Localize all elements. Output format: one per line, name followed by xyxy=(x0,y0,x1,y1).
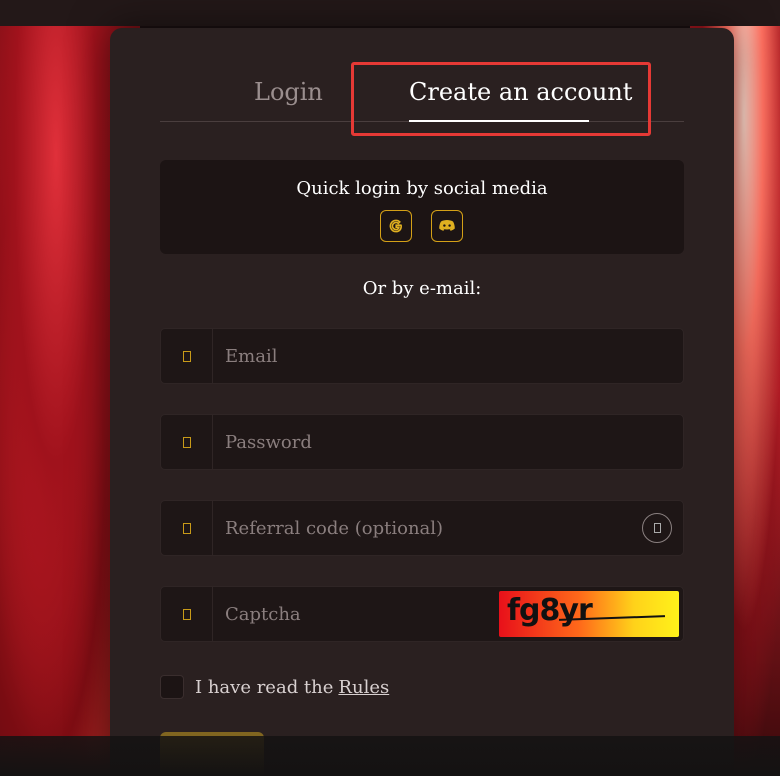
rules-link[interactable]: Rules xyxy=(338,677,389,698)
captcha-icon xyxy=(161,587,213,641)
rules-label: I have read the xyxy=(195,676,334,698)
google-icon xyxy=(389,219,403,233)
highlight-box xyxy=(351,62,651,136)
or-by-email-label: Or by e-mail: xyxy=(362,278,482,299)
top-bar xyxy=(0,0,780,26)
discord-icon xyxy=(439,220,455,231)
rules-row: I have read the Rules xyxy=(160,674,389,700)
info-icon xyxy=(653,523,661,533)
discord-login-button[interactable] xyxy=(431,210,463,242)
lock-icon xyxy=(161,415,213,469)
social-login-title: Quick login by social media xyxy=(296,178,548,199)
captcha-field-wrapper: fg8yr xyxy=(160,586,684,642)
password-input[interactable] xyxy=(225,415,605,469)
rules-checkbox[interactable] xyxy=(160,675,184,699)
social-login-box: Quick login by social media xyxy=(160,160,684,254)
referral-field-wrapper xyxy=(160,500,684,556)
referral-info-button[interactable] xyxy=(642,513,672,543)
email-input[interactable] xyxy=(225,329,605,383)
google-login-button[interactable] xyxy=(380,210,412,242)
password-field-wrapper xyxy=(160,414,684,470)
referral-code-input[interactable] xyxy=(225,501,605,555)
captcha-text: fg8yr xyxy=(507,593,593,628)
auth-panel: Login Create an account Quick login by s… xyxy=(110,28,734,776)
email-icon xyxy=(161,329,213,383)
referral-icon xyxy=(161,501,213,555)
bottom-overlay xyxy=(0,736,780,776)
tab-login[interactable]: Login xyxy=(254,78,323,106)
captcha-image[interactable]: fg8yr xyxy=(499,591,679,637)
email-field-wrapper xyxy=(160,328,684,384)
